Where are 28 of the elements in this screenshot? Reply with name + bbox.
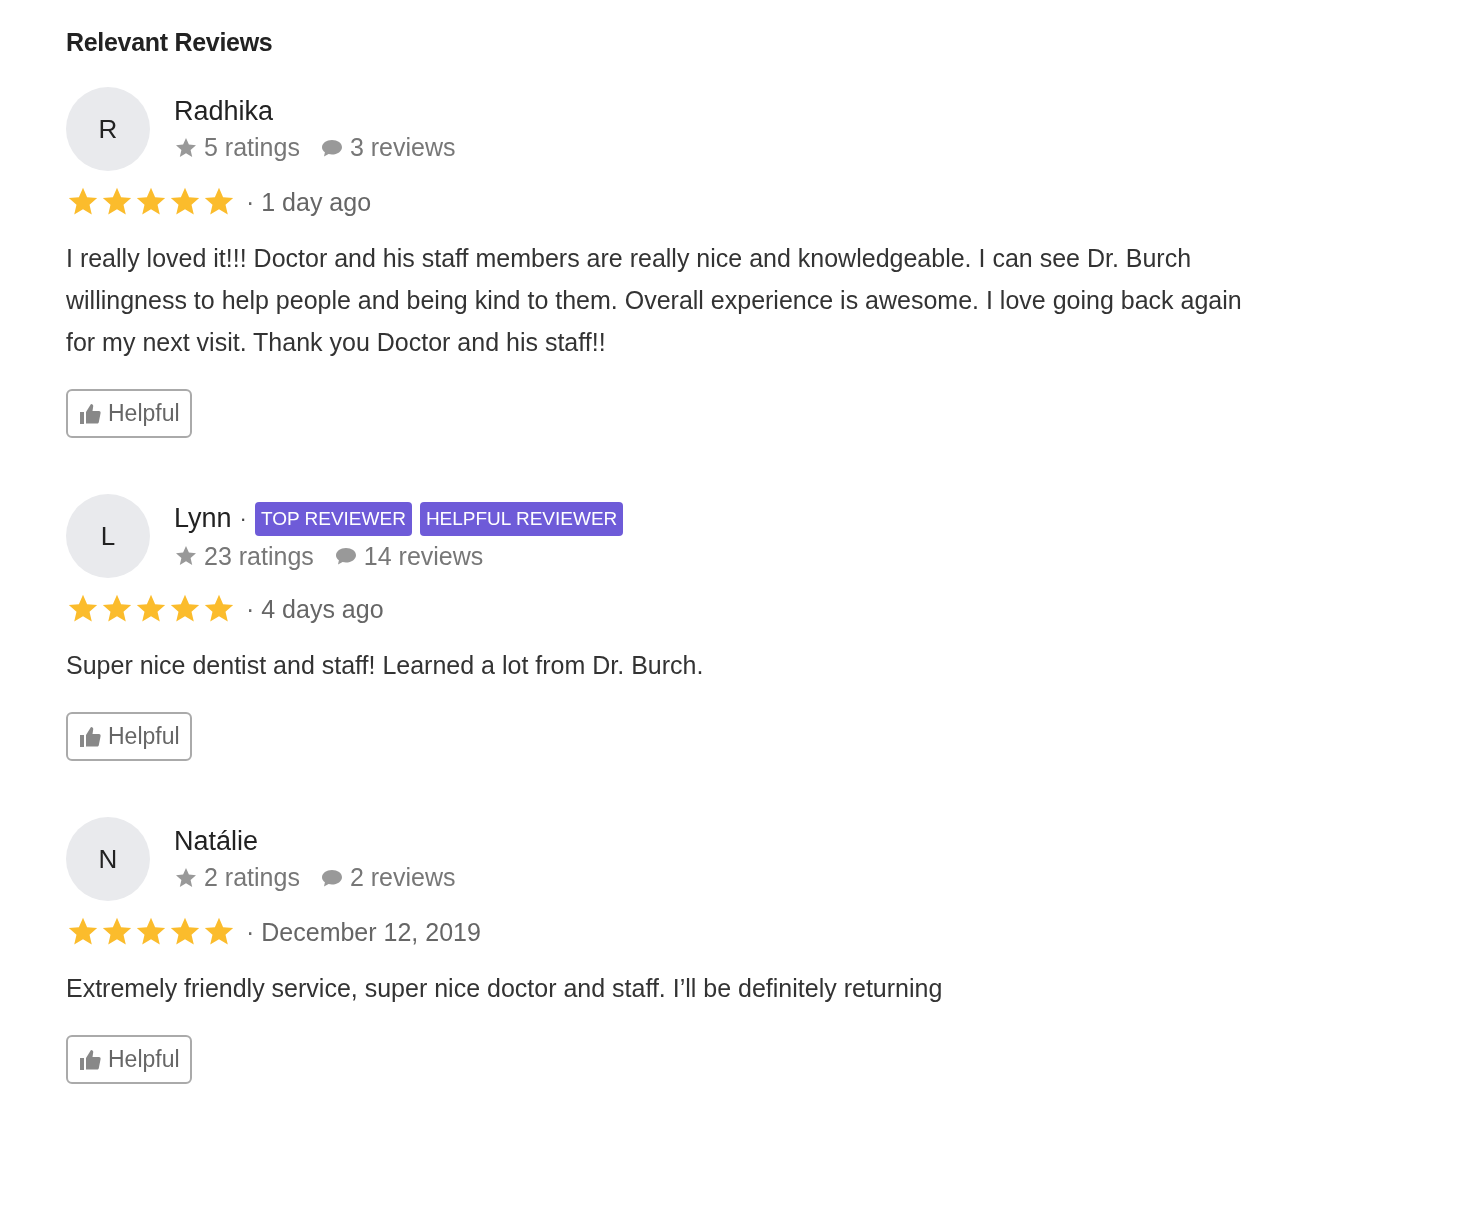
helpful-button[interactable]: Helpful bbox=[66, 1035, 192, 1084]
section-heading: Relevant Reviews bbox=[66, 28, 274, 57]
thumbs-up-icon bbox=[78, 724, 102, 749]
review-text: Super nice dentist and staff! Learned a lot from Dr. Burch. bbox=[66, 650, 705, 681]
review-date: · 4 days ago bbox=[246, 594, 384, 624]
separator: · bbox=[239, 505, 247, 532]
review-date: · December 12, 2019 bbox=[246, 917, 481, 947]
reviewer-badge: TOP REVIEWER bbox=[254, 501, 412, 536]
review-text: I really loved it!!! Doctor and his staff members are really nice and knowledgeable. I can see Dr. Burch willingness to help people and being kind to them. Overall experience is awesome. I love going back again for my next visit. Thank you Doctor and his staff!! bbox=[66, 243, 1243, 358]
avatar: L bbox=[66, 494, 150, 578]
reviews-count: 3 reviews bbox=[349, 133, 456, 162]
helpful-button[interactable]: Helpful bbox=[66, 389, 192, 438]
reviewer-badge: HELPFUL REVIEWER bbox=[419, 501, 624, 536]
review-date: · 1 day ago bbox=[246, 187, 372, 217]
reviews-count: 14 reviews bbox=[363, 541, 484, 571]
review-text: Extremely friendly service, super nice doctor and staff. I’ll be definitely returning bbox=[66, 973, 944, 1004]
avatar: R bbox=[66, 87, 150, 171]
thumbs-up-icon bbox=[78, 1047, 102, 1072]
reviewer-name: Natálie bbox=[174, 826, 259, 857]
ratings-count: 23 ratings bbox=[204, 541, 314, 571]
thumbs-up-icon bbox=[78, 401, 102, 426]
ratings-count: 2 ratings bbox=[204, 863, 300, 892]
reviewer-name: Lynn bbox=[174, 503, 232, 534]
reviews-count: 2 reviews bbox=[349, 863, 456, 892]
avatar: N bbox=[66, 817, 150, 901]
reviewer-name: Radhika bbox=[174, 96, 274, 127]
ratings-count: 5 ratings bbox=[204, 133, 300, 162]
helpful-button[interactable]: Helpful bbox=[66, 712, 192, 761]
